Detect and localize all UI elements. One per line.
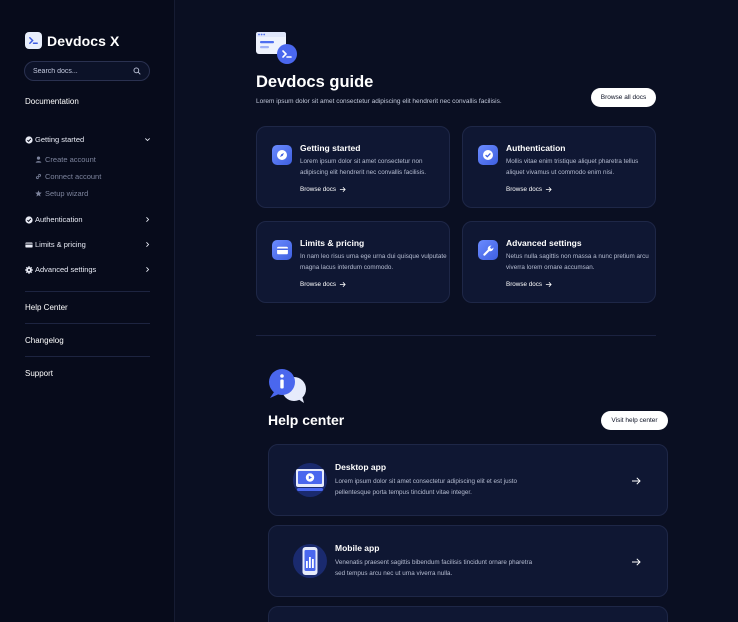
chevron-right-icon[interactable] (144, 266, 151, 273)
card-getting-started[interactable]: Getting started Lorem ipsum dolor sit am… (256, 126, 450, 208)
nav-help-center[interactable]: Help Center (25, 303, 68, 312)
help-card-mobile-app[interactable]: Mobile app Venenatis praesent sagittis b… (268, 525, 668, 597)
section-documentation[interactable]: Documentation (25, 97, 79, 106)
credit-card-icon (25, 241, 33, 249)
card-description: In nam leo risus urna ege urna dui quisq… (300, 253, 447, 271)
sub-item-label: Connect account (45, 172, 102, 181)
card-description: Netus nulla sagittis non massa a nunc pr… (506, 253, 649, 271)
divider (25, 323, 150, 324)
card-advanced-settings[interactable]: Advanced settings Netus nulla sagittis n… (462, 221, 656, 303)
mobile-icon (293, 544, 327, 578)
card-description: Lorem ipsum dolor sit amet consectetur n… (300, 158, 426, 176)
check-shield-icon (478, 145, 498, 165)
help-card-description: Lorem ipsum dolor sit amet consectetur a… (335, 478, 517, 496)
help-card-partial[interactable] (268, 606, 668, 622)
help-card-desktop-app[interactable]: Desktop app Lorem ipsum dolor sit amet c… (268, 444, 668, 516)
nav-label: Advanced settings (35, 265, 97, 274)
sub-item-label: Create account (45, 155, 96, 164)
gear-icon (25, 265, 33, 274)
browse-docs-link[interactable]: Browse docs (506, 186, 552, 193)
card-title: Limits & pricing (300, 238, 365, 248)
browse-docs-link[interactable]: Browse docs (300, 281, 346, 288)
card-limits-pricing[interactable]: Limits & pricing In nam leo risus urna e… (256, 221, 450, 303)
arrow-right-icon[interactable] (631, 557, 641, 567)
help-card-description: Venenatis praesent sagittis bibendum fac… (335, 559, 533, 577)
search-box[interactable] (24, 61, 150, 81)
check-badge-icon (25, 215, 33, 224)
arrow-right-icon (339, 187, 346, 192)
link-label: Browse docs (506, 186, 543, 193)
search-icon[interactable] (133, 67, 141, 75)
chevron-down-icon[interactable] (144, 136, 151, 143)
chevron-right-icon[interactable] (144, 216, 151, 223)
guide-subtitle: Lorem ipsum dolor sit amet consectetur a… (256, 98, 502, 105)
arrow-right-icon[interactable] (631, 476, 641, 486)
card-title: Authentication (506, 143, 566, 153)
nav-limits-pricing[interactable]: Limits & pricing (25, 240, 151, 249)
browse-docs-link[interactable]: Browse docs (300, 186, 346, 193)
nav-advanced-settings[interactable]: Advanced settings (25, 265, 151, 274)
arrow-right-icon (339, 282, 346, 287)
check-badge-icon (25, 135, 33, 144)
desktop-icon (293, 463, 327, 497)
sub-item-setup-wizard[interactable]: Setup wizard (35, 189, 88, 198)
sub-item-create-account[interactable]: Create account (35, 155, 96, 164)
wrench-icon (478, 240, 498, 260)
card-authentication[interactable]: Authentication Mollis vitae enim tristiq… (462, 126, 656, 208)
brand[interactable]: Devdocs X (25, 32, 120, 49)
divider (25, 291, 150, 292)
arrow-right-icon (545, 282, 552, 287)
nav-support[interactable]: Support (25, 369, 53, 378)
link-label: Browse docs (300, 281, 337, 288)
chevron-right-icon[interactable] (144, 241, 151, 248)
card-title: Getting started (300, 143, 361, 153)
help-card-title: Desktop app (335, 462, 387, 472)
nav-label: Authentication (35, 215, 83, 224)
terminal-logo-icon (25, 32, 42, 49)
sub-item-connect-account[interactable]: Connect account (35, 172, 101, 181)
nav-changelog[interactable]: Changelog (25, 336, 64, 345)
card-title: Advanced settings (506, 238, 582, 248)
nav-authentication[interactable]: Authentication (25, 215, 151, 224)
sub-item-label: Setup wizard (45, 189, 89, 198)
info-chat-illustration-icon (269, 369, 306, 403)
help-center-title: Help center (268, 412, 345, 428)
visit-help-center-button[interactable]: Visit help center (601, 411, 668, 430)
link-label: Browse docs (300, 186, 337, 193)
arrow-right-icon (545, 187, 552, 192)
browse-all-docs-button[interactable]: Browse all docs (591, 88, 656, 107)
search-input[interactable] (33, 67, 133, 75)
nav-label: Limits & pricing (35, 240, 86, 249)
star-icon (35, 190, 43, 198)
link-label: Browse docs (506, 281, 543, 288)
link-icon (35, 173, 43, 181)
sidebar: Devdocs X Documentation Getting started … (0, 0, 175, 622)
card-description: Mollis vitae enim tristique aliquet phar… (506, 158, 639, 176)
browser-terminal-illustration-icon (256, 32, 297, 64)
compass-icon (272, 145, 292, 165)
user-icon (35, 156, 43, 164)
divider (25, 356, 150, 357)
help-card-title: Mobile app (335, 543, 380, 553)
brand-name: Devdocs X (47, 32, 120, 49)
credit-card-icon (272, 240, 292, 260)
nav-getting-started[interactable]: Getting started (25, 135, 151, 144)
nav-label: Getting started (35, 135, 85, 144)
guide-title: Devdocs guide (256, 73, 374, 91)
section-divider (256, 335, 656, 336)
browse-docs-link[interactable]: Browse docs (506, 281, 552, 288)
